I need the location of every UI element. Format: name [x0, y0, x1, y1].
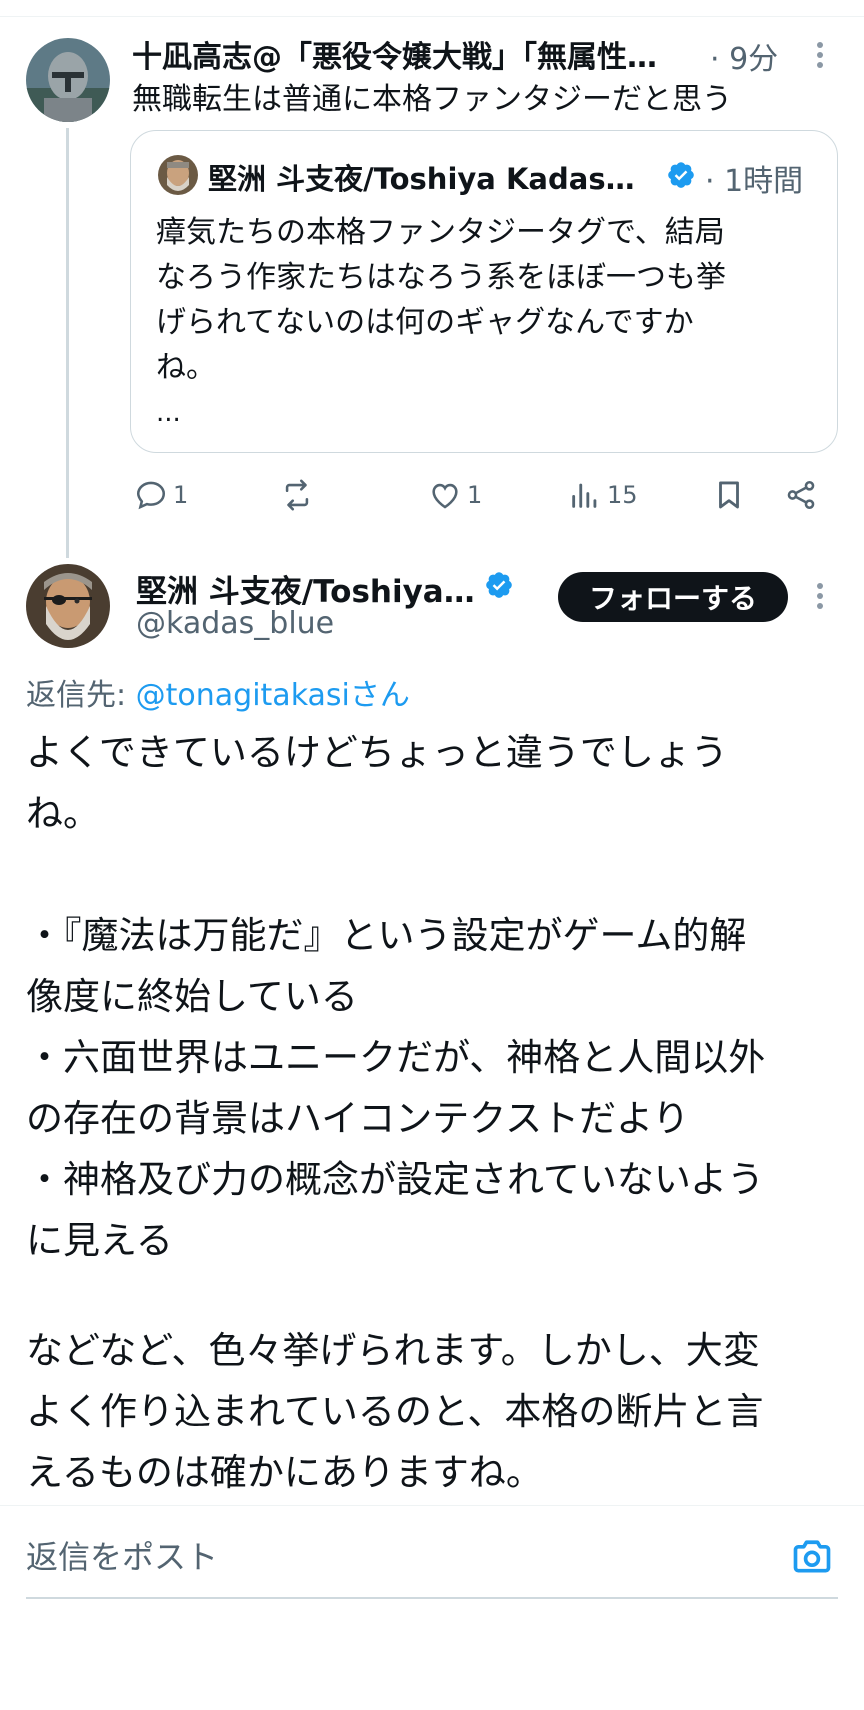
retweet-icon	[285, 479, 309, 511]
reply-mention-link[interactable]: @tonagitakasiさん	[136, 678, 410, 713]
like-button[interactable]: 1	[428, 478, 482, 512]
retweet-button[interactable]	[280, 478, 314, 512]
more-icon[interactable]	[816, 42, 824, 72]
main-tweet-line: ・神格及び力の概念が設定されていないよう	[26, 1158, 765, 1201]
quoted-line: げられてないのは何のギャグなんですか	[156, 305, 694, 340]
top-divider	[0, 16, 864, 17]
quoted-tweet-text: 瘴気たちの本格ファンタジータグで、結局 なろう作家たちはなろう系をほぼ一つも挙 …	[156, 210, 796, 390]
quoted-line: なろう作家たちはなろう系をほぼ一つも挙	[156, 260, 726, 295]
reply-button[interactable]: 1	[134, 478, 188, 512]
camera-icon[interactable]	[790, 1534, 834, 1578]
share-button[interactable]	[784, 478, 818, 512]
share-icon	[787, 480, 815, 510]
main-author-handle[interactable]: @kadas_blue	[136, 606, 334, 641]
verified-badge-icon	[666, 160, 696, 190]
main-tweet-line: に見える	[26, 1219, 173, 1262]
views-count: 15	[607, 481, 638, 509]
follow-button[interactable]: フォローする	[558, 572, 788, 622]
main-tweet-line: よくできているけどちょっと違うでしょう	[26, 731, 728, 774]
reply-icon	[136, 481, 166, 510]
verified-badge-icon	[484, 570, 514, 600]
quoted-line: 瘴気たちの本格ファンタジータグで、結局	[156, 215, 725, 250]
main-tweet-line: の存在の背景はハイコンテクストだより	[26, 1097, 690, 1140]
main-tweet-line: よく作り込まれているのと、本格の断片と言	[26, 1390, 764, 1433]
main-tweet-line: ・『魔法は万能だ』という設定がゲーム的解	[26, 914, 747, 957]
quoted-timestamp: · 1時間	[705, 164, 804, 199]
thread-line	[66, 128, 69, 558]
parent-timestamp[interactable]: · 9分	[710, 34, 778, 78]
avatar-main-author[interactable]	[26, 564, 110, 648]
like-count: 1	[467, 481, 483, 509]
avatar-parent-author[interactable]	[26, 38, 110, 122]
composer-underline	[26, 1597, 838, 1599]
parent-tweet-text: 無職転生は普通に本格ファンタジーだと思う	[132, 82, 732, 117]
main-tweet-line: えるものは確かにありますね。	[26, 1451, 543, 1494]
quoted-author-name: 堅洲 斗支夜/Toshiya Kadas…	[208, 162, 635, 196]
reply-count: 1	[173, 481, 189, 509]
views-icon	[572, 483, 597, 508]
bookmark-button[interactable]	[712, 478, 746, 512]
main-tweet-line: 像度に終始している	[26, 975, 358, 1018]
bookmark-icon	[719, 481, 739, 509]
quoted-more-ellipsis: ...	[156, 398, 181, 428]
reply-to-prefix: 返信先:	[26, 678, 136, 713]
reply-composer-input[interactable]: 返信をポスト	[26, 1532, 218, 1578]
more-icon[interactable]	[816, 583, 824, 613]
main-tweet-line: などなど、色々挙げられます。しかし、大変	[26, 1329, 760, 1372]
like-icon	[432, 483, 458, 509]
reply-to-line: 返信先: @tonagitakasiさん	[26, 670, 410, 714]
quoted-line: ね。	[156, 350, 216, 385]
main-tweet-line: ね。	[26, 792, 100, 835]
avatar-quoted-author	[158, 155, 198, 195]
composer-divider	[0, 1505, 864, 1506]
parent-author-name[interactable]: 十凪高志@「悪役令嬢大戦」「無属性…	[132, 32, 657, 76]
main-author-name[interactable]: 堅洲 斗支夜/Toshiya…	[136, 566, 475, 611]
main-tweet-line: ・六面世界はユニークだが、神格と人間以外	[26, 1036, 766, 1079]
views-button[interactable]: 15	[568, 478, 638, 512]
